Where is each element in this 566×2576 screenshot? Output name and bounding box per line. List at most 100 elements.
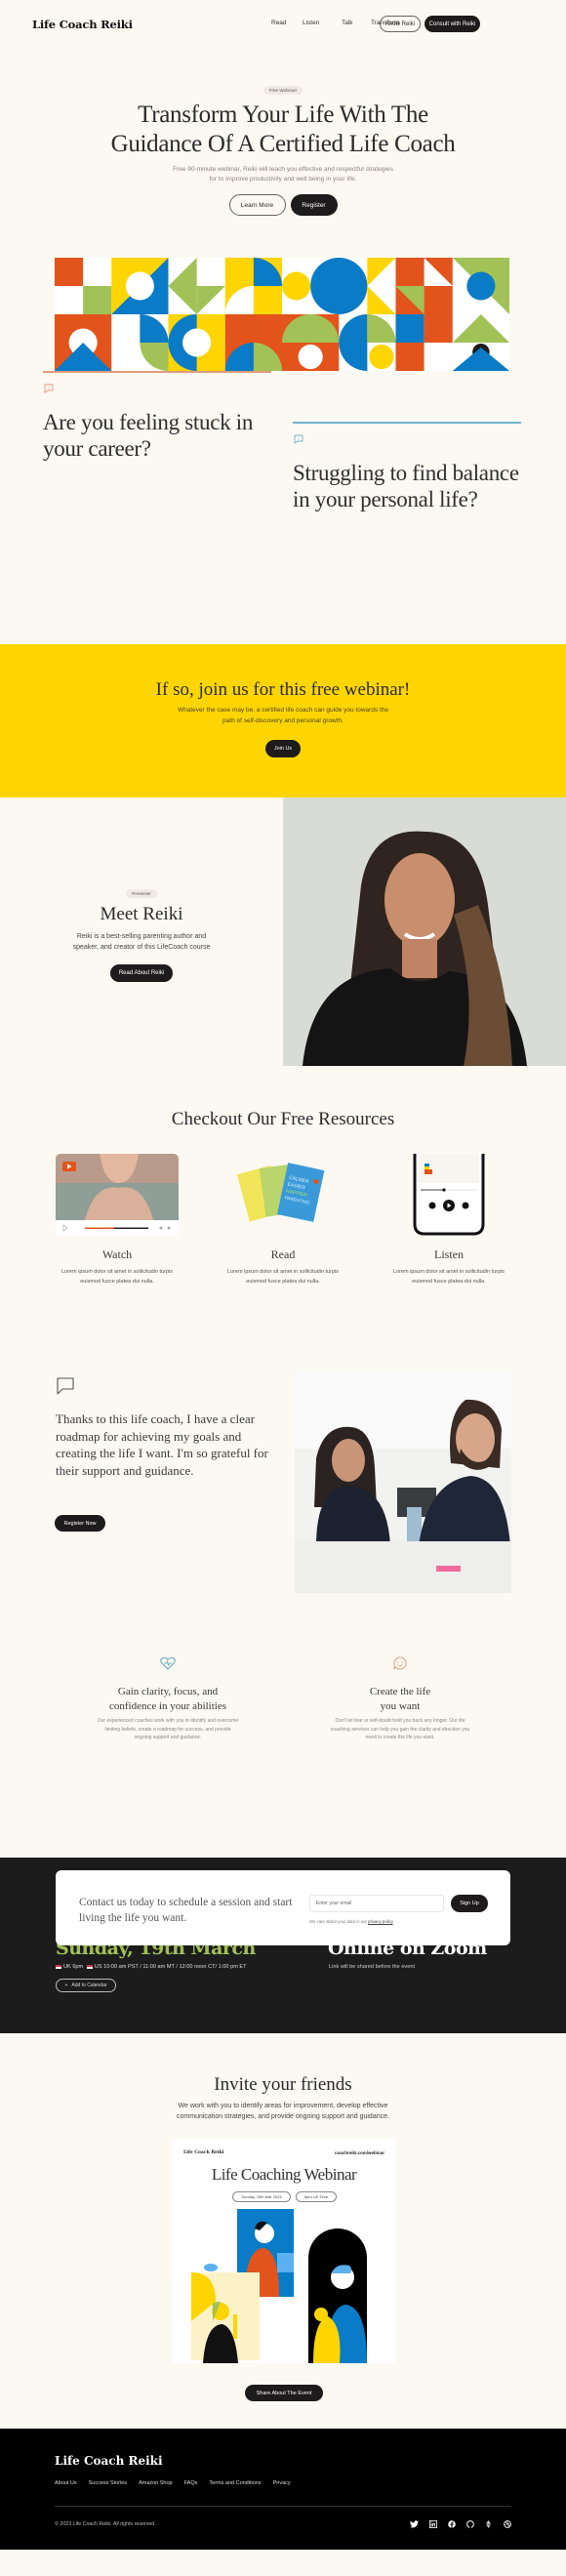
testimonial-quote: Thanks to this life coach, I have a clea… — [56, 1411, 268, 1478]
resource-text: Lorem ipsum dolor sit amet in sollicitud… — [49, 1268, 185, 1287]
poster-logo: Life Coach Reiki — [183, 2150, 224, 2155]
footer-logo[interactable]: Life Coach Reiki — [55, 2454, 163, 2468]
previous-icon — [428, 1202, 436, 1209]
pyramid-icon[interactable] — [484, 2519, 493, 2528]
nav-read[interactable]: Read — [271, 20, 287, 26]
logo[interactable]: Life Coach Reiki — [32, 18, 133, 31]
resource-listen[interactable]: Listen Lorem ipsum dolor sit amet in sol… — [381, 1154, 517, 1287]
benefit-text-line: ongoing support and guidance. — [134, 1735, 202, 1740]
question-card: ? Struggling to find balance in your per… — [293, 422, 521, 512]
event-section: Contact us today to schedule a session a… — [0, 1858, 566, 2033]
benefit-title-line: confidence in your abilities — [108, 1699, 227, 1712]
privacy-note: We care about your data in our privacy p… — [309, 1919, 394, 1924]
github-icon[interactable] — [465, 2519, 474, 2528]
poster-date-pill: Sunday, 19th Mar 2023 — [232, 2191, 291, 2202]
hero-subtitle: Free 90-minute webinar, Reiki will teach… — [0, 165, 566, 184]
invite-title: Invite your friends — [214, 2074, 352, 2095]
contact-text: Contact us today to schedule a session a… — [79, 1897, 293, 1924]
facebook-icon[interactable] — [447, 2519, 456, 2528]
presenter-info: Presenter Meet Reiki Reiki is a best-sel… — [0, 797, 283, 1066]
register-button[interactable]: Register — [290, 194, 338, 216]
privacy-note-text: We care about your data in our — [309, 1919, 367, 1924]
nav-listen[interactable]: Listen — [303, 20, 319, 26]
join-us-button[interactable]: Join Us — [265, 740, 301, 757]
benefits-section: Gain clarity, focus, and confidence in y… — [0, 1642, 566, 1808]
hero-title: Transform Your Life With The Guidance Of… — [0, 101, 566, 159]
register-now-button[interactable]: Register Now — [55, 1515, 105, 1532]
footer-link-shop[interactable]: Amazon Shop — [139, 2480, 173, 2486]
share-event-button[interactable]: Share About The Event — [245, 2385, 323, 2401]
hero-title-line: Transform Your Life With The — [138, 102, 428, 128]
resource-text-line: Lorem ipsum dolor sit amet in sollicitud… — [61, 1269, 174, 1275]
accent-line — [293, 422, 521, 424]
benefit-text-line: coaching services can help you gain the … — [330, 1726, 470, 1733]
question-bubble-icon: ? — [43, 382, 271, 399]
learn-more-button[interactable]: Learn More — [228, 194, 286, 216]
uk-time: UK 6pm — [63, 1964, 84, 1970]
resource-text: Lorem ipsum dolor sit amet in sollicitud… — [215, 1268, 351, 1287]
nav-talk[interactable]: Talk — [342, 20, 353, 26]
copyright: © 2023 Life Coach Reiki. All rights rese… — [55, 2521, 156, 2527]
cta-text: Whatever the case may be, a certified li… — [0, 705, 566, 726]
benefit-title-line: Create the life — [369, 1686, 431, 1697]
privacy-policy-link[interactable]: privacy policy — [368, 1919, 392, 1924]
footer-link-terms[interactable]: Terms and Conditions — [209, 2480, 261, 2486]
consult-button[interactable]: Consult with Reiki — [424, 16, 480, 32]
testimonial-section: Thanks to this life coach, I have a clea… — [0, 1359, 566, 1642]
footer-link-privacy[interactable]: Privacy — [273, 2480, 291, 2486]
footer-links: About Us Success Stories Amazon Shop FAQ… — [55, 2480, 303, 2486]
know-reiki-button[interactable]: Know Reiki — [380, 16, 421, 32]
heart-pulse-icon — [80, 1656, 256, 1675]
svg-text:?: ? — [298, 435, 301, 440]
footer-divider — [55, 2506, 511, 2507]
presenter-badge: Presenter — [126, 889, 157, 898]
resources-title: Checkout Our Free Resources — [171, 1109, 395, 1129]
video-player-thumbnail[interactable] — [49, 1154, 185, 1236]
testimonial-photo — [295, 1370, 511, 1593]
audio-player-phone[interactable] — [381, 1154, 517, 1236]
benefit-text-line: limiting beliefs, create a roadmap for s… — [104, 1726, 231, 1733]
presenter-text-line: Reiki is a best-selling parenting author… — [76, 933, 207, 940]
footer-link-faqs[interactable]: FAQs — [184, 2480, 198, 2486]
sign-up-button[interactable]: Sign Up — [451, 1895, 488, 1912]
free-webinar-badge: Free Webinar! — [263, 86, 303, 95]
benefit-text: Don't let fear or self-doubt hold you ba… — [312, 1717, 488, 1742]
resource-watch[interactable]: Watch Lorem ipsum dolor sit amet in soll… — [49, 1154, 185, 1287]
email-input[interactable]: Enter your email — [309, 1895, 444, 1912]
webinar-cta-band: If so, join us for this free webinar! Wh… — [0, 644, 566, 797]
poster-illustration — [191, 2209, 367, 2363]
footer-link-stories[interactable]: Success Stories — [89, 2480, 127, 2486]
us-flag-icon — [86, 1964, 93, 1969]
hero-subtitle-line: Free 90-minute webinar, Reiki will teach… — [173, 166, 393, 173]
resource-title: Read — [270, 1247, 296, 1261]
webinar-poster: Life Coach Reiki coachreiki.com/webinar … — [172, 2139, 396, 2363]
books-illustration[interactable]: CALMER EASIER HAPPIER PARENTING — [215, 1154, 351, 1236]
benefit-title: Gain clarity, focus, and confidence in y… — [80, 1685, 256, 1713]
poster-url: coachreiki.com/webinar — [334, 2150, 384, 2155]
benefit-text-line: Don't let fear or self-doubt hold you ba… — [335, 1718, 465, 1724]
site-header: Life Coach Reiki Read Listen Talk Transf… — [0, 0, 566, 49]
uk-flag-icon — [56, 1964, 61, 1969]
resource-text-line: euismod fusce platea dui nulla. — [80, 1278, 154, 1285]
resource-text-line: euismod fusce platea dui nulla. — [412, 1278, 486, 1285]
linkedin-icon[interactable] — [428, 2519, 437, 2528]
presenter-text-line: speaker, and creator of this LifeCoach c… — [72, 944, 211, 951]
resource-title: Watch — [101, 1247, 133, 1261]
accent-line — [43, 371, 271, 373]
site-footer: Life Coach Reiki About Us Success Storie… — [0, 2429, 566, 2550]
hero-subtitle-line: for to improve productivity and well bei… — [209, 176, 357, 183]
read-about-button[interactable]: Read About Reiki — [110, 964, 173, 982]
plus-icon: + — [64, 1983, 68, 1988]
invite-text-line: communication strategies, and provide on… — [177, 2113, 389, 2120]
footer-link-about[interactable]: About Us — [55, 2480, 77, 2486]
clients-photo-illustration — [295, 1370, 511, 1593]
invite-section: Invite your friends We work with you to … — [0, 2033, 566, 2429]
dribbble-icon[interactable] — [503, 2519, 511, 2528]
chat-bubble-icon — [56, 1376, 75, 1401]
benefit-title: Create the life you want — [312, 1685, 488, 1713]
benefit-text: Our experienced coaches work with you to… — [80, 1717, 256, 1742]
twitter-icon[interactable] — [410, 2519, 419, 2528]
add-to-calendar-button[interactable]: + Add to Calendar — [56, 1979, 116, 1992]
cta-title: If so, join us for this free webinar! — [155, 679, 411, 700]
resource-read[interactable]: CALMER EASIER HAPPIER PARENTING Read Lor… — [215, 1154, 351, 1287]
